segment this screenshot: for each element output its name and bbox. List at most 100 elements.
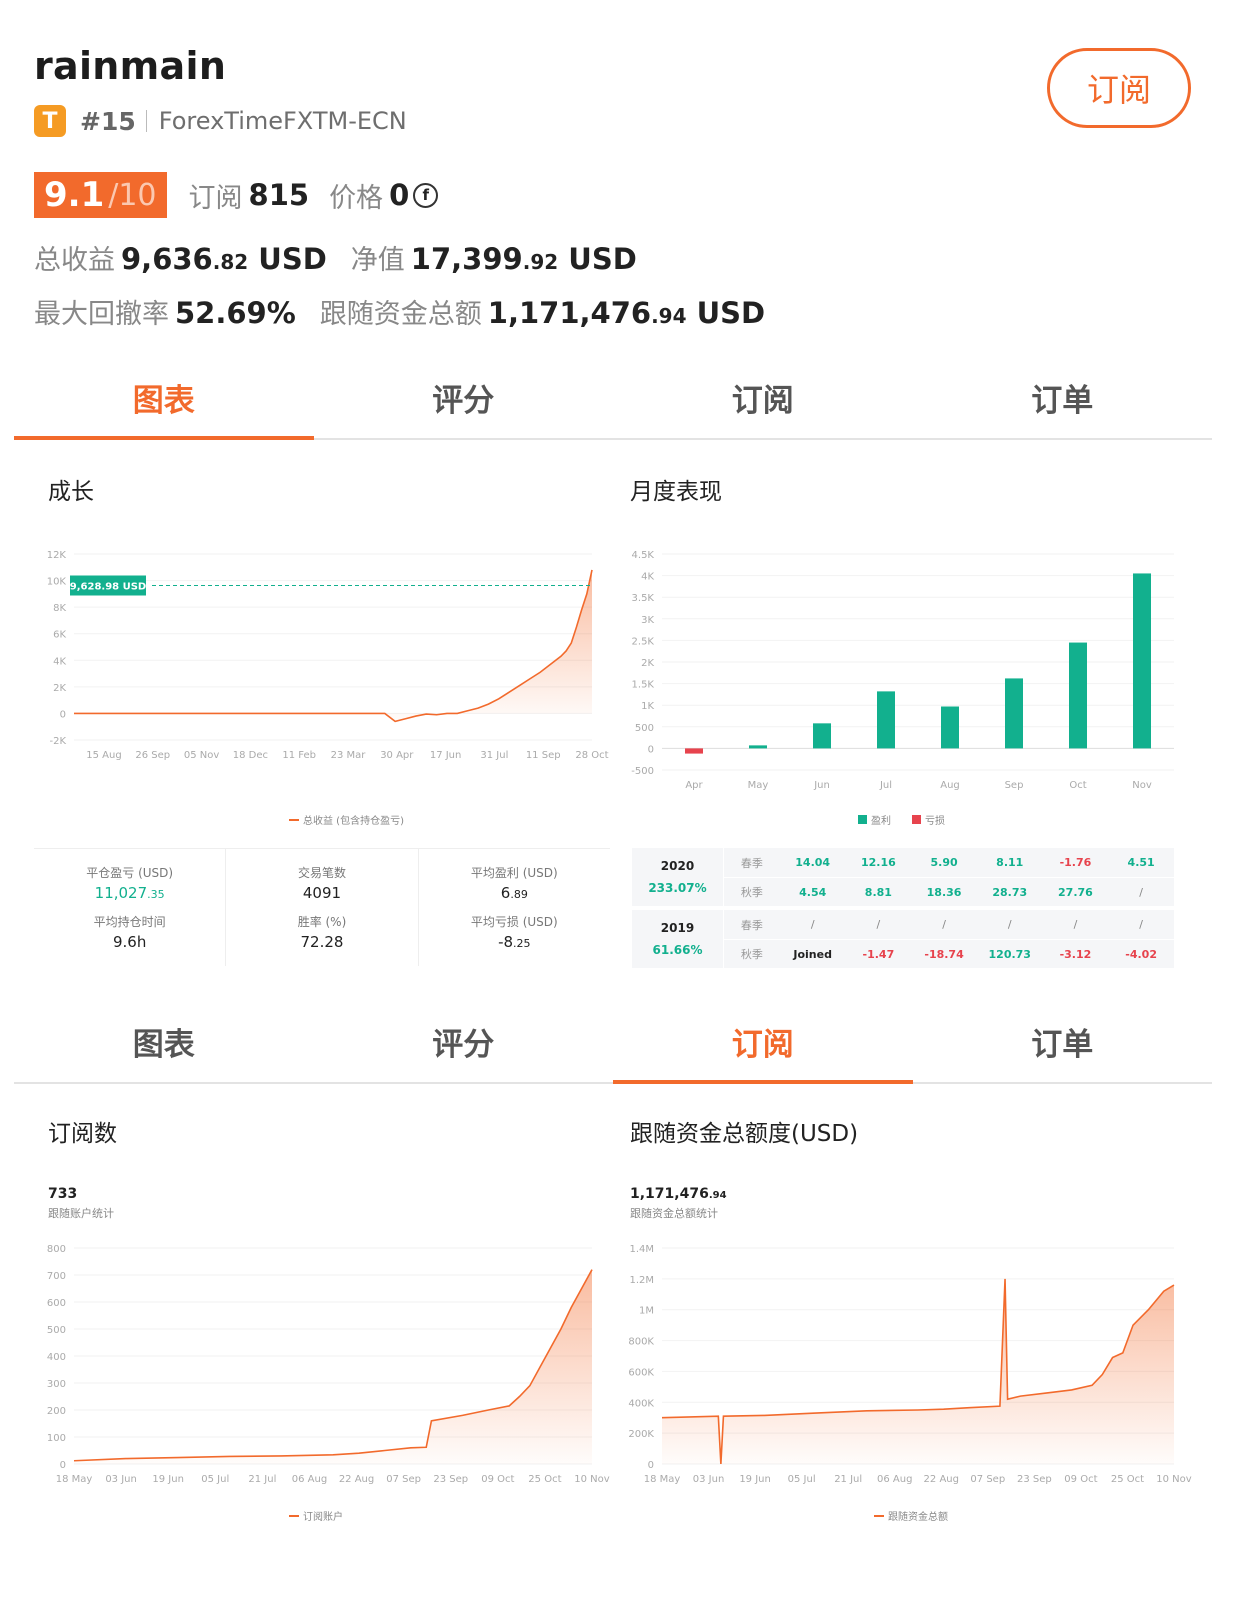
y-tick-label: 3.5K xyxy=(632,593,655,604)
y-tick-label: 1K xyxy=(641,701,654,712)
month-return: / xyxy=(1139,885,1143,899)
y-tick-label: 8K xyxy=(53,603,66,614)
total-profit-label: 总收益 xyxy=(34,245,115,276)
subs-total: 733 xyxy=(48,1186,78,1202)
follow-caption: 跟随资金总额统计 xyxy=(630,1207,718,1220)
y-tick-label: 4K xyxy=(641,572,654,583)
x-tick-label: Sep xyxy=(1005,780,1024,791)
x-tick-label: 23 Sep xyxy=(1017,1474,1052,1485)
trading-stats: 平仓盈亏 (USD) 11,027.35 平均持仓时间 9.6h 交易笔数 4091 … xyxy=(34,848,610,966)
y-tick-label: 100 xyxy=(47,1433,66,1444)
x-tick-label: 06 Aug xyxy=(292,1474,327,1485)
month-return: / xyxy=(1139,918,1143,931)
avg-profit-decimal: .89 xyxy=(510,888,528,902)
year-return: 233.07% xyxy=(648,881,707,895)
year-cell: 2020 233.07% xyxy=(632,848,724,906)
subscribe-button[interactable]: 订阅 xyxy=(1047,48,1191,128)
hold-time-label: 平均持仓时间 xyxy=(93,914,166,929)
follow-title: 跟随资金总额度(USD) xyxy=(630,1121,859,1147)
follow-summary: 1,171,476.94 跟随资金总额统计 xyxy=(630,1186,727,1221)
total-profit-value: 9,636 xyxy=(121,242,213,276)
legend-label: 总收益 (包含持仓盈亏) xyxy=(303,814,404,827)
x-tick-label: 31 Jul xyxy=(480,750,508,761)
y-tick-label: 2K xyxy=(641,658,654,669)
x-tick-label: 25 Oct xyxy=(528,1474,561,1485)
x-tick-label: 19 Jun xyxy=(152,1474,184,1485)
x-tick-label: 11 Sep xyxy=(526,750,561,761)
month-return: / xyxy=(810,918,815,931)
tab-bar-bottom: 图表 评分 订阅 订单 xyxy=(14,1000,1212,1084)
x-tick-label: Apr xyxy=(685,780,703,791)
x-tick-label: Nov xyxy=(1132,780,1152,791)
x-tick-label: 18 May xyxy=(644,1474,681,1485)
x-tick-label: Jun xyxy=(813,780,830,791)
tab-rating[interactable]: 评分 xyxy=(314,356,614,438)
season-label: 春季 xyxy=(740,856,763,870)
closed-pl-value: 11,027 xyxy=(94,884,148,903)
equity-unit: USD xyxy=(568,242,637,276)
y-tick-label: 0 xyxy=(648,1460,654,1471)
bar-nov xyxy=(1133,573,1151,749)
bar-jun xyxy=(813,723,831,749)
monthly-returns-table: 2020 233.07% 春季 14.04 12.16 5.90 8.11 -1.76 4.51… xyxy=(632,848,1174,972)
tab-chart[interactable]: 图表 xyxy=(14,1000,314,1082)
x-tick-label: 22 Aug xyxy=(924,1474,959,1485)
year-label: 2020 xyxy=(660,859,695,873)
marker-label: 9,628.98 USD xyxy=(70,582,146,593)
y-tick-label: 4K xyxy=(53,656,66,667)
subs-caption: 跟随账户统计 xyxy=(48,1207,114,1220)
follow-funds-value: 1,171,476 xyxy=(487,296,652,330)
month-return: 18.36 xyxy=(926,885,962,899)
subscribe-count: 815 xyxy=(248,178,310,212)
x-tick-label: 30 Apr xyxy=(380,750,414,761)
x-tick-label: 11 Feb xyxy=(282,750,316,761)
legend-swatch-profit xyxy=(858,815,867,824)
price-label: 价格 xyxy=(329,182,384,214)
season-label: 春季 xyxy=(740,918,763,932)
y-tick-label: 500 xyxy=(635,723,654,734)
y-tick-label: 200K xyxy=(628,1429,654,1440)
y-tick-label: 700 xyxy=(47,1271,66,1282)
profit-row: 总收益 9,636.82 USD 净值 17,399.92 USD xyxy=(34,238,637,277)
tab-rating[interactable]: 评分 xyxy=(314,1000,614,1082)
legend-label-profit: 盈利 xyxy=(871,815,891,827)
season-label: 秋季 xyxy=(740,886,763,899)
follow-funds-decimal: .94 xyxy=(651,304,687,328)
month-return: / xyxy=(1007,918,1012,931)
y-tick-label: 400 xyxy=(47,1352,66,1363)
x-tick-label: 06 Aug xyxy=(877,1474,912,1485)
x-tick-label: 15 Aug xyxy=(86,750,121,761)
price-value: 0 xyxy=(389,178,410,212)
x-tick-label: 05 Jul xyxy=(201,1474,229,1485)
month-return: / xyxy=(1073,918,1078,931)
bar-oct xyxy=(1069,642,1087,749)
tab-subscribe[interactable]: 订阅 xyxy=(613,1000,913,1084)
tab-chart[interactable]: 图表 xyxy=(14,356,314,440)
growth-title: 成长 xyxy=(48,479,94,505)
subs-chart: 0 100 200 300 400 500 600 700 800 18 May 03 Jun 19 … xyxy=(47,1244,610,1523)
broker-name: ForexTimeFXTM-ECN xyxy=(158,107,407,135)
table-row: 秋季 Joined -1.47 -18.74 120.73 -3.12 -4.02 xyxy=(724,939,1174,968)
hold-time-value: 9.6h xyxy=(112,932,147,951)
month-return: / xyxy=(876,918,881,931)
x-tick-label: Aug xyxy=(940,780,960,791)
winrate-value: 72.28 xyxy=(300,932,344,951)
drawdown-label: 最大回撤率 xyxy=(34,299,169,330)
tab-subscribe[interactable]: 订阅 xyxy=(613,356,913,438)
subscribe-count-label: 订阅 xyxy=(188,182,243,214)
x-tick-label: 19 Jun xyxy=(739,1474,771,1485)
x-tick-label: 09 Oct xyxy=(1064,1474,1097,1485)
y-tick-label: 1.5K xyxy=(632,680,655,691)
y-tick-label: 500 xyxy=(47,1325,66,1336)
follow-total: 1,171,476 xyxy=(630,1186,709,1202)
bar-jul xyxy=(877,691,895,749)
x-tick-label: 03 Jun xyxy=(105,1474,137,1485)
y-tick-label: 200 xyxy=(47,1406,66,1417)
series-area xyxy=(74,569,592,722)
x-tick-label: 23 Mar xyxy=(331,750,367,761)
month-return: 4.51 xyxy=(1127,856,1155,869)
tab-orders[interactable]: 订单 xyxy=(913,356,1213,438)
tab-orders[interactable]: 订单 xyxy=(913,1000,1213,1082)
x-tick-label: 18 Dec xyxy=(233,750,268,761)
y-tick-label: 800 xyxy=(47,1244,66,1255)
